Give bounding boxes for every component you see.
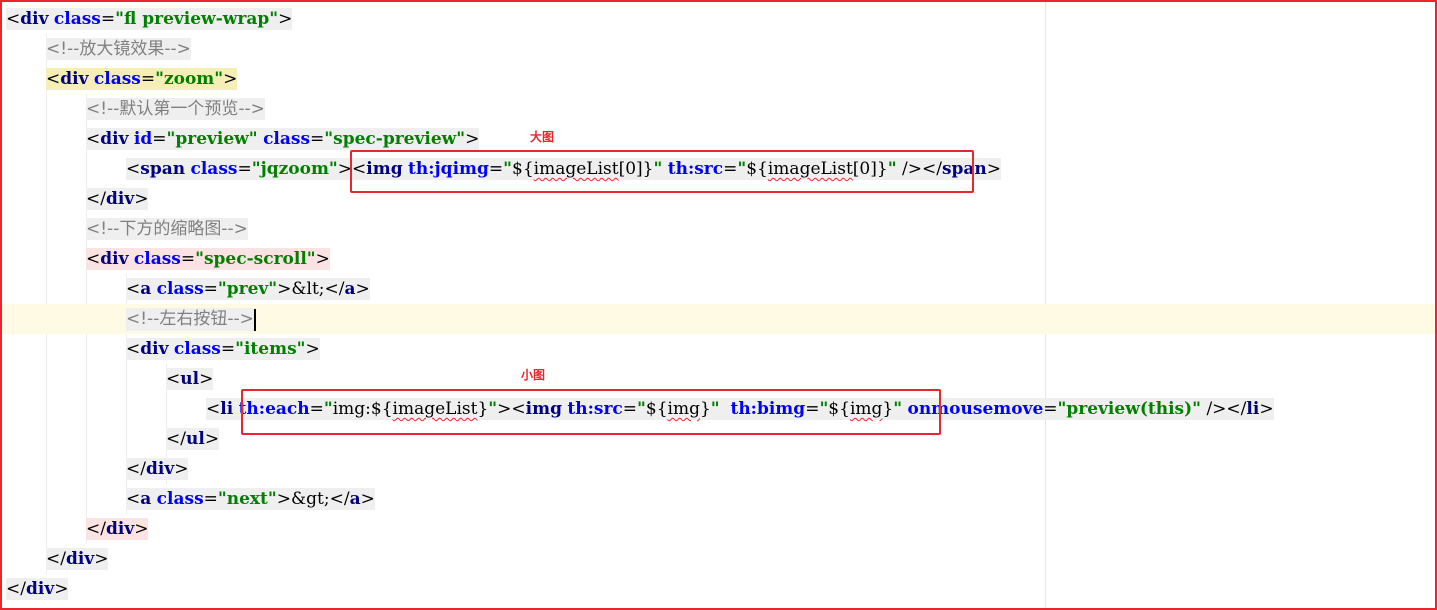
code-token: </: [126, 459, 146, 479]
code-token: class: [156, 279, 204, 299]
code-token: >: [315, 249, 330, 269]
code-editor[interactable]: <div class="fl preview-wrap"> <!--放大镜效果--…: [0, 0, 1437, 610]
code-token: >: [223, 69, 238, 89]
code-token: "items": [235, 339, 306, 359]
code-token: a: [349, 489, 361, 509]
code-token: >: [278, 9, 293, 29]
code-token: >: [199, 369, 214, 389]
code-token: >: [276, 489, 292, 509]
code-token: </: [166, 429, 186, 449]
code-token: =: [310, 129, 325, 149]
code-token: >: [134, 519, 149, 539]
code-token: <: [166, 369, 181, 389]
code-token: &gt;: [291, 489, 330, 509]
code-token: "prev": [217, 279, 278, 299]
code-token: div: [145, 459, 175, 479]
code-token: div: [105, 519, 135, 539]
code-token: >: [54, 579, 69, 599]
code-token: =: [220, 339, 236, 359]
code-token: </: [86, 519, 106, 539]
code-token: class: [93, 69, 141, 89]
code-token: div: [60, 69, 89, 89]
code-token: div: [100, 249, 129, 269]
code-token: </: [324, 279, 345, 299]
code-token: =: [203, 279, 218, 299]
code-token: div: [25, 579, 55, 599]
code-comment: <!--下方的缩略图-->: [86, 219, 248, 239]
small-image-highlight-box: [241, 389, 941, 435]
code-token: </: [1226, 399, 1247, 419]
code-token: class: [133, 249, 181, 269]
code-token: ul: [180, 369, 200, 389]
code-token: <: [126, 489, 141, 509]
code-token: =: [100, 9, 116, 29]
code-token: <: [46, 69, 61, 89]
code-token: <: [126, 159, 141, 179]
code-token: div: [100, 129, 129, 149]
code-token: "next": [217, 489, 277, 509]
code-token: <: [6, 9, 21, 29]
code-token: div: [140, 339, 169, 359]
code-token: =: [140, 69, 156, 89]
code-token: <: [126, 339, 141, 359]
code-token: div: [65, 549, 95, 569]
code-token: </: [46, 549, 66, 569]
code-token: a: [344, 279, 356, 299]
code-token: li: [1246, 399, 1260, 419]
code-token: "spec-scroll": [195, 249, 316, 269]
code-token: =: [180, 249, 196, 269]
code-token: span: [140, 159, 186, 179]
code-line[interactable]: <!--左右按钮-->: [2, 304, 1435, 334]
code-token: <: [206, 399, 221, 419]
code-token: =: [152, 129, 167, 149]
code-comment: <!--默认第一个预览-->: [86, 99, 265, 119]
code-token: =: [203, 489, 218, 509]
code-token: class: [53, 9, 101, 29]
code-token: class: [173, 339, 221, 359]
code-token: ul: [185, 429, 205, 449]
code-token: "fl preview-wrap": [115, 9, 279, 29]
code-token: =: [1043, 399, 1058, 419]
code-token: </: [329, 489, 350, 509]
code-token: >: [204, 429, 220, 449]
code-token: class: [156, 489, 204, 509]
code-token: >: [360, 489, 375, 509]
code-token: <: [126, 279, 141, 299]
code-comment: <!--放大镜效果-->: [46, 39, 191, 59]
code-token: &lt;: [291, 279, 325, 299]
code-token: "jqzoom": [251, 159, 338, 179]
code-token: "preview": [166, 129, 258, 149]
small-image-annotation: 小图: [521, 368, 546, 382]
code-token: />: [1206, 399, 1227, 419]
code-token: <: [86, 129, 101, 149]
code-token: >: [465, 129, 480, 149]
code-token: >: [94, 549, 109, 569]
code-token: a: [140, 489, 152, 509]
code-token: >: [134, 189, 149, 209]
big-image-highlight-box: [350, 150, 974, 193]
code-token: id: [133, 129, 153, 149]
code-token: >: [277, 279, 292, 299]
code-comment: <!--左右按钮-->: [126, 309, 254, 329]
text-caret: [253, 308, 256, 331]
code-token: class: [263, 129, 311, 149]
big-image-annotation: 大图: [530, 130, 555, 144]
code-token: >: [174, 459, 189, 479]
code-token: =: [237, 159, 252, 179]
code-token: >: [355, 279, 370, 299]
code-token: >: [1259, 399, 1274, 419]
code-token: <: [86, 249, 101, 269]
code-token: div: [105, 189, 135, 209]
code-token: </: [86, 189, 106, 209]
code-token: </: [6, 579, 26, 599]
code-token: "zoom": [155, 69, 224, 89]
code-token: "spec-preview": [324, 129, 466, 149]
code-token: div: [20, 9, 49, 29]
code-token: a: [140, 279, 152, 299]
code-token: >: [986, 159, 1002, 179]
code-token: class: [190, 159, 238, 179]
code-token: "preview(this)": [1057, 399, 1202, 419]
code-token: >: [305, 339, 320, 359]
code-token: li: [220, 399, 234, 419]
